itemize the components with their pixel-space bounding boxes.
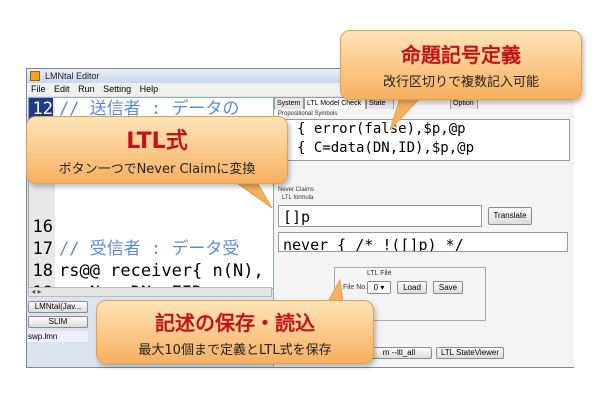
- ltl-state-viewer-button[interactable]: LTL StateViewer: [436, 347, 504, 359]
- editor-line[interactable]: 16: [29, 216, 273, 238]
- prop-symbols-textarea[interactable]: { error(false),$p,@p { C=data(DN,ID),$p,…: [278, 119, 570, 161]
- save-button[interactable]: Save: [433, 281, 463, 294]
- horizontal-scrollbar[interactable]: ◂ ▸: [28, 287, 272, 297]
- never-claims-label: Never Claims: [278, 187, 315, 193]
- run-ltl-all-button[interactable]: m --ltl_all: [366, 347, 432, 359]
- status-filename: swp.lmn: [28, 331, 88, 342]
- ltl-file-label: LTL File: [367, 270, 392, 277]
- code-text: // 受信者 : データ受: [59, 239, 240, 259]
- file-no-label: File No.: [343, 284, 368, 291]
- file-no-select[interactable]: 0 ▾: [367, 281, 391, 294]
- menu-edit[interactable]: Edit: [54, 84, 70, 94]
- load-button[interactable]: Load: [397, 281, 427, 294]
- menu-run[interactable]: Run: [78, 84, 95, 94]
- callout-prop-sub: 改行区切りで複数記入可能: [382, 75, 539, 90]
- never-claim-output[interactable]: never { /* !([]p) */: [278, 232, 568, 252]
- menu-help[interactable]: Help: [140, 84, 159, 94]
- run-lmntal-java-button[interactable]: LMNtal(Jav...: [28, 301, 88, 313]
- code-text: rs@@ receiver{ n(N),: [59, 261, 264, 281]
- line-number: 18: [32, 261, 53, 281]
- line-number: 17: [32, 239, 53, 259]
- run-slim-button[interactable]: SLIM: [28, 316, 88, 328]
- callout-prop-symbols: 命題記号定義 改行区切りで複数記入可能: [340, 30, 582, 100]
- callout-save-sub: 最大10個まで定義とLTL式を保存: [138, 343, 332, 358]
- callout-save-load: 記述の保存・読込 最大10個まで定義とLTL式を保存: [96, 300, 374, 364]
- file-no-value: 0: [373, 283, 379, 292]
- app-icon: [30, 71, 40, 81]
- tab-system[interactable]: System: [274, 97, 304, 109]
- window-title: LMNtal Editor: [45, 71, 100, 81]
- menu-setting[interactable]: Setting: [103, 84, 131, 94]
- prop-symbols-label: Propositional Symbols: [278, 111, 338, 117]
- editor-line[interactable]: 17 // 受信者 : データ受: [29, 238, 273, 260]
- callout-prop-title: 命題記号定義: [401, 43, 521, 67]
- callout-ltl: LTL式 ボタン一つでNever Claimに変換: [26, 116, 288, 184]
- symbols-line-1: { error(false),$p,@p: [297, 121, 466, 137]
- editor-line[interactable]: 18 rs@@ receiver{ n(N),: [29, 260, 273, 282]
- callout-save-title: 記述の保存・読込: [155, 311, 315, 335]
- translate-button[interactable]: Translate: [488, 207, 532, 225]
- chevron-down-icon: ▾: [380, 283, 385, 292]
- symbols-line-2: { C=data(DN,ID),$p,@p: [297, 140, 475, 156]
- ltl-formula-input[interactable]: []p: [278, 205, 482, 227]
- ltl-formula-label: LTL formula: [282, 195, 314, 201]
- callout-ltl-sub: ボタン一つでNever Claimに変換: [58, 162, 256, 177]
- menu-file[interactable]: File: [31, 84, 46, 94]
- line-number: 16: [32, 217, 53, 237]
- callout-ltl-title: LTL式: [126, 129, 188, 154]
